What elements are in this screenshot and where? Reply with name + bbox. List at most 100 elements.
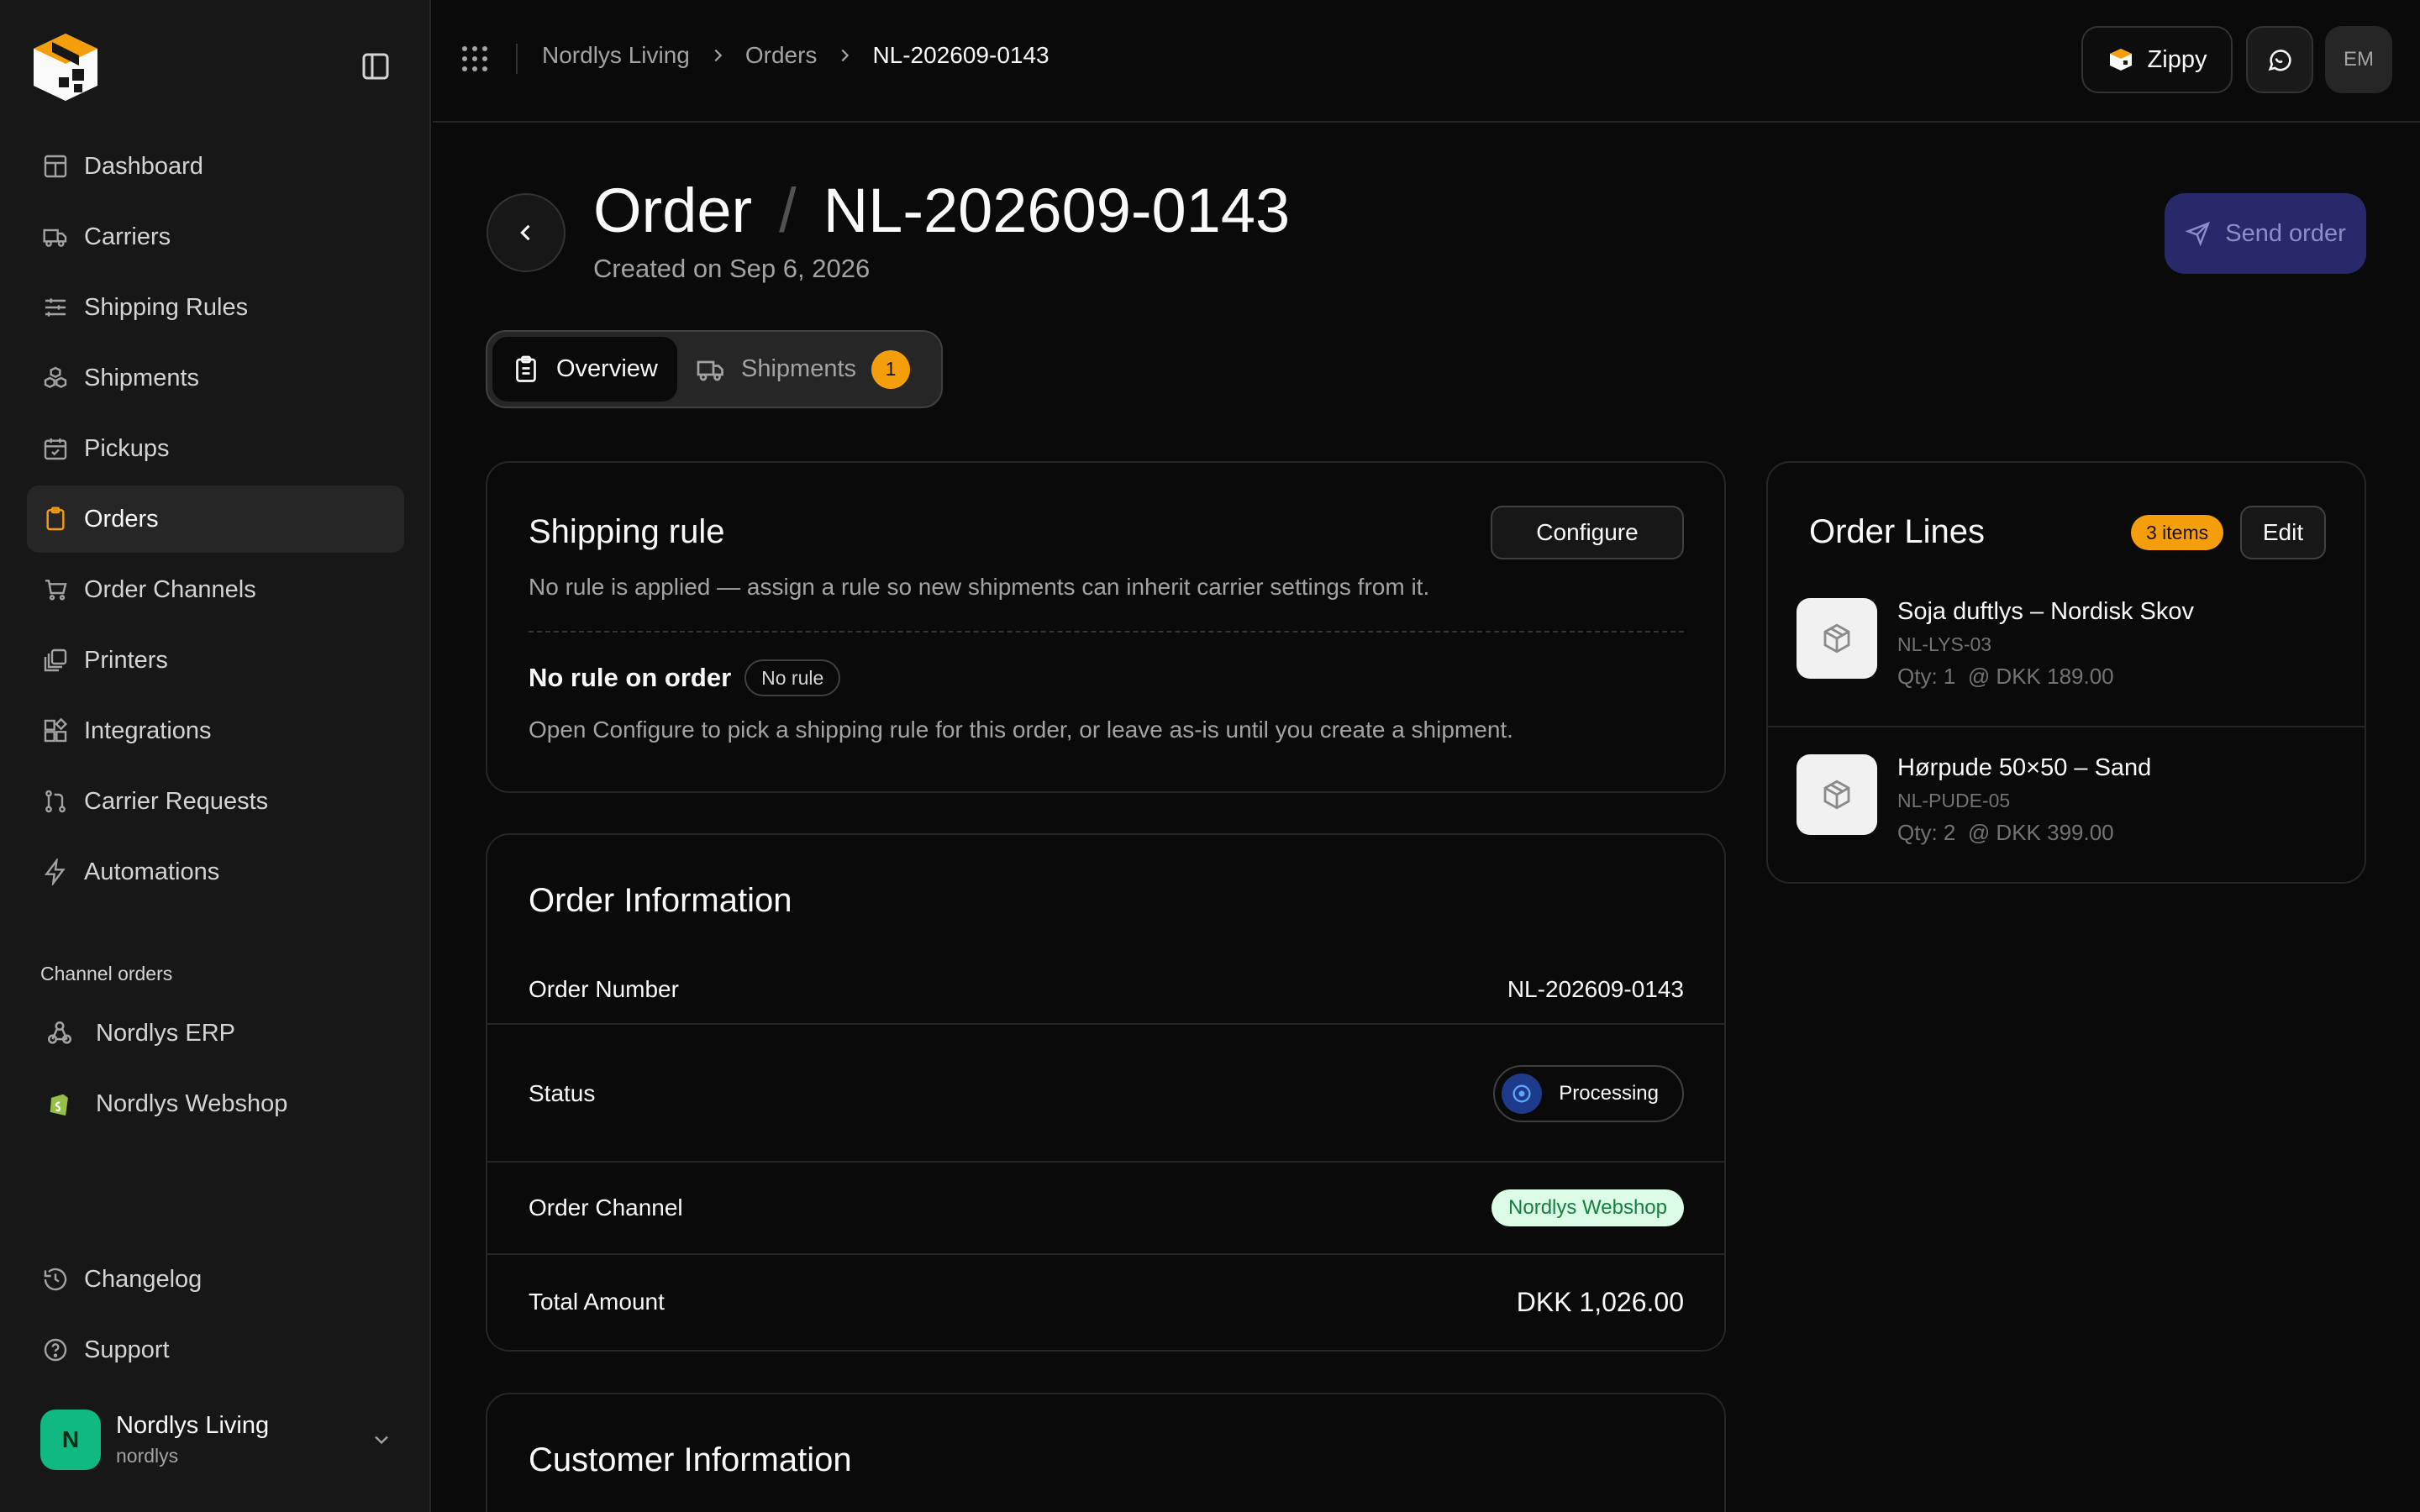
zippy-logo-icon [2109,49,2132,71]
sidebar-item-label: Pickups [84,434,170,462]
sidebar-item-automations[interactable]: Automations [27,838,404,906]
page-title-prefix: Order [593,176,753,245]
user-avatar[interactable]: EM [2325,26,2392,93]
line-item-name: Soja duftlys – Nordisk Skov [1897,598,2194,625]
sidebar-item-carriers[interactable]: Carriers [27,203,404,270]
channel-list: Nordlys ERP Nordlys Webshop [27,1000,404,1141]
send-icon [2185,221,2211,247]
sidebar-channel-nordlys-webshop[interactable]: Nordlys Webshop [27,1070,404,1137]
boxes-icon [44,366,67,389]
main-nav: Dashboard Carriers Shipping Rules Shipme… [27,133,404,909]
channel-label: Nordlys ERP [96,1019,235,1047]
sidebar-item-label: Printers [84,646,168,674]
sidebar-item-integrations[interactable]: Integrations [27,697,404,764]
cart-icon [45,580,67,601]
sidebar-item-shipping-rules[interactable]: Shipping Rules [27,274,404,341]
order-lines-title: Order Lines [1809,513,1985,550]
brand-button[interactable]: Zippy [2081,26,2233,93]
sidebar-item-support[interactable]: Support [27,1316,404,1383]
line-item-quantity: Qty: 1 @ DKK 189.00 [1897,664,2114,690]
divider [516,44,518,74]
account-handle: nordlys [116,1445,179,1467]
line-item-price: @ DKK 189.00 [1967,664,2114,689]
sidebar-footer-nav: Changelog Support [27,1246,404,1387]
order-tabs: Overview Shipments 1 [486,330,943,408]
configure-button[interactable]: Configure [1491,506,1684,559]
sidebar-item-changelog[interactable]: Changelog [27,1246,404,1313]
printer-icon [44,648,67,672]
customer-information-card: Customer Information [486,1393,1726,1512]
shipping-rule-description: No rule is applied — assign a rule so ne… [529,574,1430,600]
status-value: Processing [1559,1082,1659,1105]
topbar: Nordlys Living Orders NL-202609-0143 Zip… [433,0,2420,123]
shipping-rule-title: Shipping rule [529,513,725,550]
sidebar-item-order-channels[interactable]: Order Channels [27,556,404,623]
breadcrumb-current: NL-202609-0143 [872,42,1050,68]
sidebar-item-label: Carriers [84,223,171,250]
line-item-price: @ DKK 399.00 [1967,820,2114,845]
truck-icon [697,360,723,381]
list-item[interactable]: Soja duftlys – Nordisk Skov NL-LYS-03 Qt… [1768,575,2365,729]
git-pull-request-icon [45,790,66,813]
edit-lines-button[interactable]: Edit [2240,506,2326,559]
brand-button-label: Zippy [2147,45,2207,73]
chat-button[interactable] [2246,26,2313,93]
sidebar-item-dashboard[interactable]: Dashboard [27,133,404,200]
order-channel-badge[interactable]: Nordlys Webshop [1491,1189,1684,1226]
dashboard-icon [44,155,67,178]
sidebar-toggle-icon[interactable] [358,52,393,81]
package-icon [1797,598,1877,679]
sidebar-item-carrier-requests[interactable]: Carrier Requests [27,768,404,835]
webhook-icon [47,1021,72,1044]
breadcrumb-organization[interactable]: Nordlys Living [542,42,690,69]
order-lines-card: Order Lines 3 items Edit Soja duftlys – … [1766,461,2366,884]
integrations-icon [44,717,68,743]
row-divider [1768,726,2365,727]
line-item-quantity: Qty: 2 @ DKK 399.00 [1897,820,2114,846]
rule-status-badge: No rule [744,659,841,696]
truck-icon [43,228,67,247]
info-row-order-number: Order Number NL-202609-0143 [487,961,1724,1018]
sidebar-item-printers[interactable]: Printers [27,627,404,694]
sidebar-channel-nordlys-erp[interactable]: Nordlys ERP [27,1000,404,1067]
sidebar-item-pickups[interactable]: Pickups [27,415,404,482]
sidebar-item-label: Shipping Rules [84,293,249,321]
breadcrumb-orders[interactable]: Orders [745,42,818,69]
rule-name: No rule on order [529,663,732,692]
sidebar-item-label: Carrier Requests [84,787,269,815]
help-circle-icon [44,1338,67,1362]
send-order-label: Send order [2225,219,2346,247]
status-badge: Processing [1493,1065,1684,1122]
zippy-logo[interactable] [27,29,104,106]
chevron-right-icon [841,49,850,62]
tab-shipments[interactable]: Shipments 1 [677,337,929,402]
account-avatar: N [40,1410,101,1470]
apps-grid-icon[interactable] [460,44,490,74]
info-row-order-channel: Order Channel Nordlys Webshop [487,1163,1724,1253]
line-item-qty: Qty: 1 [1897,664,1956,689]
back-button[interactable] [487,193,566,272]
sidebar-item-orders[interactable]: Orders [27,486,404,553]
chevron-down-icon [375,1436,388,1445]
line-item-sku: NL-PUDE-05 [1897,790,2011,811]
sidebar-item-label: Changelog [84,1265,203,1293]
tab-label: Overview [556,355,658,382]
sidebar-item-label: Dashboard [84,152,203,180]
items-count-badge: 3 items [2131,515,2224,550]
info-row-total-amount: Total Amount DKK 1,026.00 [487,1255,1724,1349]
info-label: Total Amount [529,1289,665,1315]
tab-label: Shipments [741,355,857,382]
sidebar-item-label: Shipments [84,364,200,391]
list-item[interactable]: Hørpude 50×50 – Sand NL-PUDE-05 Qty: 2 @… [1768,731,2365,885]
sidebar-item-label: Orders [84,505,159,533]
tab-overview[interactable]: Overview [492,337,677,402]
order-information-card: Order Information Order Number NL-202609… [486,833,1726,1352]
send-order-button[interactable]: Send order [2165,193,2366,274]
account-switcher[interactable]: N Nordlys Living nordlys [40,1408,393,1472]
order-information-title: Order Information [529,882,792,919]
package-icon [1797,754,1877,835]
sidebar-item-shipments[interactable]: Shipments [27,344,404,412]
info-label: Status [529,1080,596,1106]
shipping-rule-card: Shipping rule Configure No rule is appli… [486,461,1726,793]
sidebar: Dashboard Carriers Shipping Rules Shipme… [0,0,431,1512]
